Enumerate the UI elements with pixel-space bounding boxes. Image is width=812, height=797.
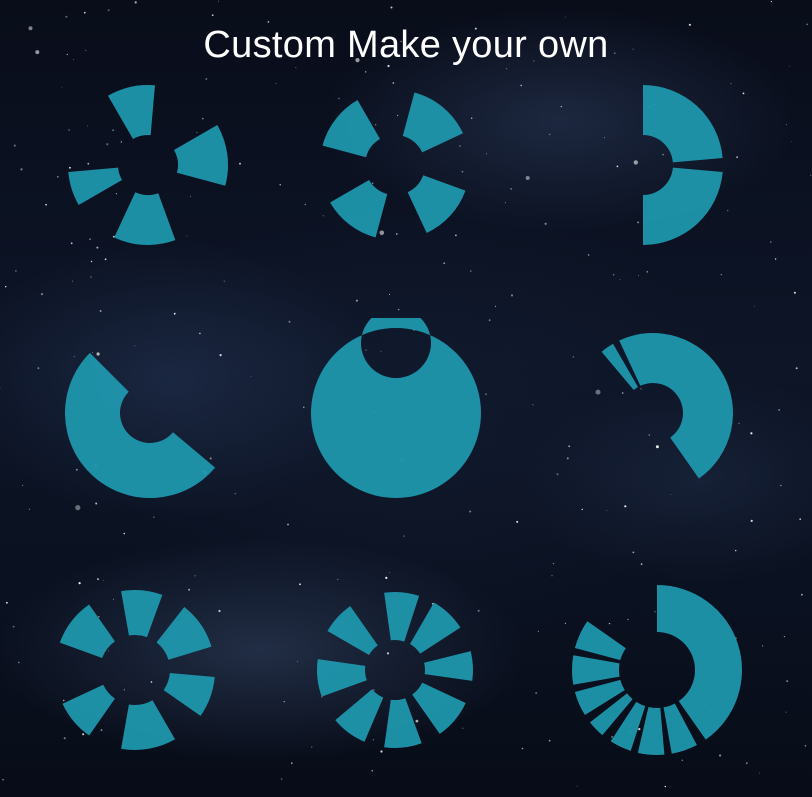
wheel-pattern-9-segment-7 bbox=[572, 655, 620, 685]
wheel-pattern-4-segment-1 bbox=[65, 352, 216, 498]
wheel-icon-7 bbox=[59, 590, 215, 750]
wheel-pattern-1-segment-1 bbox=[108, 85, 155, 140]
wheel-pattern-7-segment-1 bbox=[121, 590, 163, 638]
wheel-pattern-2-segment-2 bbox=[407, 175, 466, 233]
pattern-tile-7[interactable] bbox=[40, 575, 230, 765]
wheel-pattern-7-segment-6 bbox=[59, 604, 115, 659]
wheel-pattern-8-segment-4 bbox=[412, 682, 466, 734]
wheel-pattern-7-segment-2 bbox=[156, 606, 212, 660]
pattern-tile-3[interactable] bbox=[548, 70, 738, 260]
wheel-icon-2 bbox=[322, 92, 466, 238]
wheel-pattern-7-segment-5 bbox=[62, 684, 115, 736]
ring-icon bbox=[311, 318, 481, 498]
wheel-pattern-8-segment-2 bbox=[410, 602, 461, 654]
wheel-pattern-8-segment-7 bbox=[317, 659, 367, 697]
pattern-tile-6[interactable] bbox=[558, 318, 748, 508]
wheel-pattern-8-segment-3 bbox=[424, 651, 473, 681]
wheel-icon-1 bbox=[68, 85, 228, 246]
wheel-pattern-1-segment-3 bbox=[114, 192, 176, 246]
wheel-pattern-8-segment-1 bbox=[384, 592, 420, 642]
wheel-icon-8 bbox=[317, 592, 473, 748]
wheel-pattern-2-segment-1 bbox=[402, 92, 463, 153]
wheel-pattern-9-segment-8 bbox=[574, 621, 626, 661]
full-ring-segment-1 bbox=[311, 318, 481, 498]
wheel-icon-4 bbox=[65, 352, 216, 498]
wheel-icon-9 bbox=[572, 585, 742, 755]
wheel-icon-6 bbox=[601, 333, 733, 479]
wheel-pattern-8-segment-8 bbox=[327, 606, 378, 655]
pattern-tile-5[interactable] bbox=[301, 318, 491, 508]
wheel-pattern-7-segment-4 bbox=[121, 700, 175, 750]
wheel-pattern-3-segment-1 bbox=[643, 85, 723, 163]
wheel-pattern-3-segment-2 bbox=[643, 167, 723, 245]
pattern-tile-4[interactable] bbox=[55, 318, 245, 508]
wheel-icon-3 bbox=[643, 85, 723, 245]
wheel-pattern-2-segment-4 bbox=[322, 100, 380, 158]
wheel-pattern-6-segment-2 bbox=[619, 333, 733, 479]
wheel-pattern-8-segment-6 bbox=[335, 689, 384, 742]
wheel-pattern-7-segment-3 bbox=[163, 673, 215, 716]
page-title: Custom Make your own bbox=[203, 24, 609, 66]
pattern-tile-2[interactable] bbox=[300, 70, 490, 260]
pattern-tile-1[interactable] bbox=[53, 70, 243, 260]
wheel-pattern-1-segment-4 bbox=[68, 167, 123, 205]
wheel-pattern-8-segment-5 bbox=[384, 698, 422, 748]
pattern-tile-8[interactable] bbox=[300, 575, 490, 765]
wheel-pattern-2-segment-3 bbox=[330, 180, 388, 238]
pattern-tile-9[interactable] bbox=[562, 575, 752, 765]
wheel-pattern-1-segment-2 bbox=[173, 125, 228, 186]
